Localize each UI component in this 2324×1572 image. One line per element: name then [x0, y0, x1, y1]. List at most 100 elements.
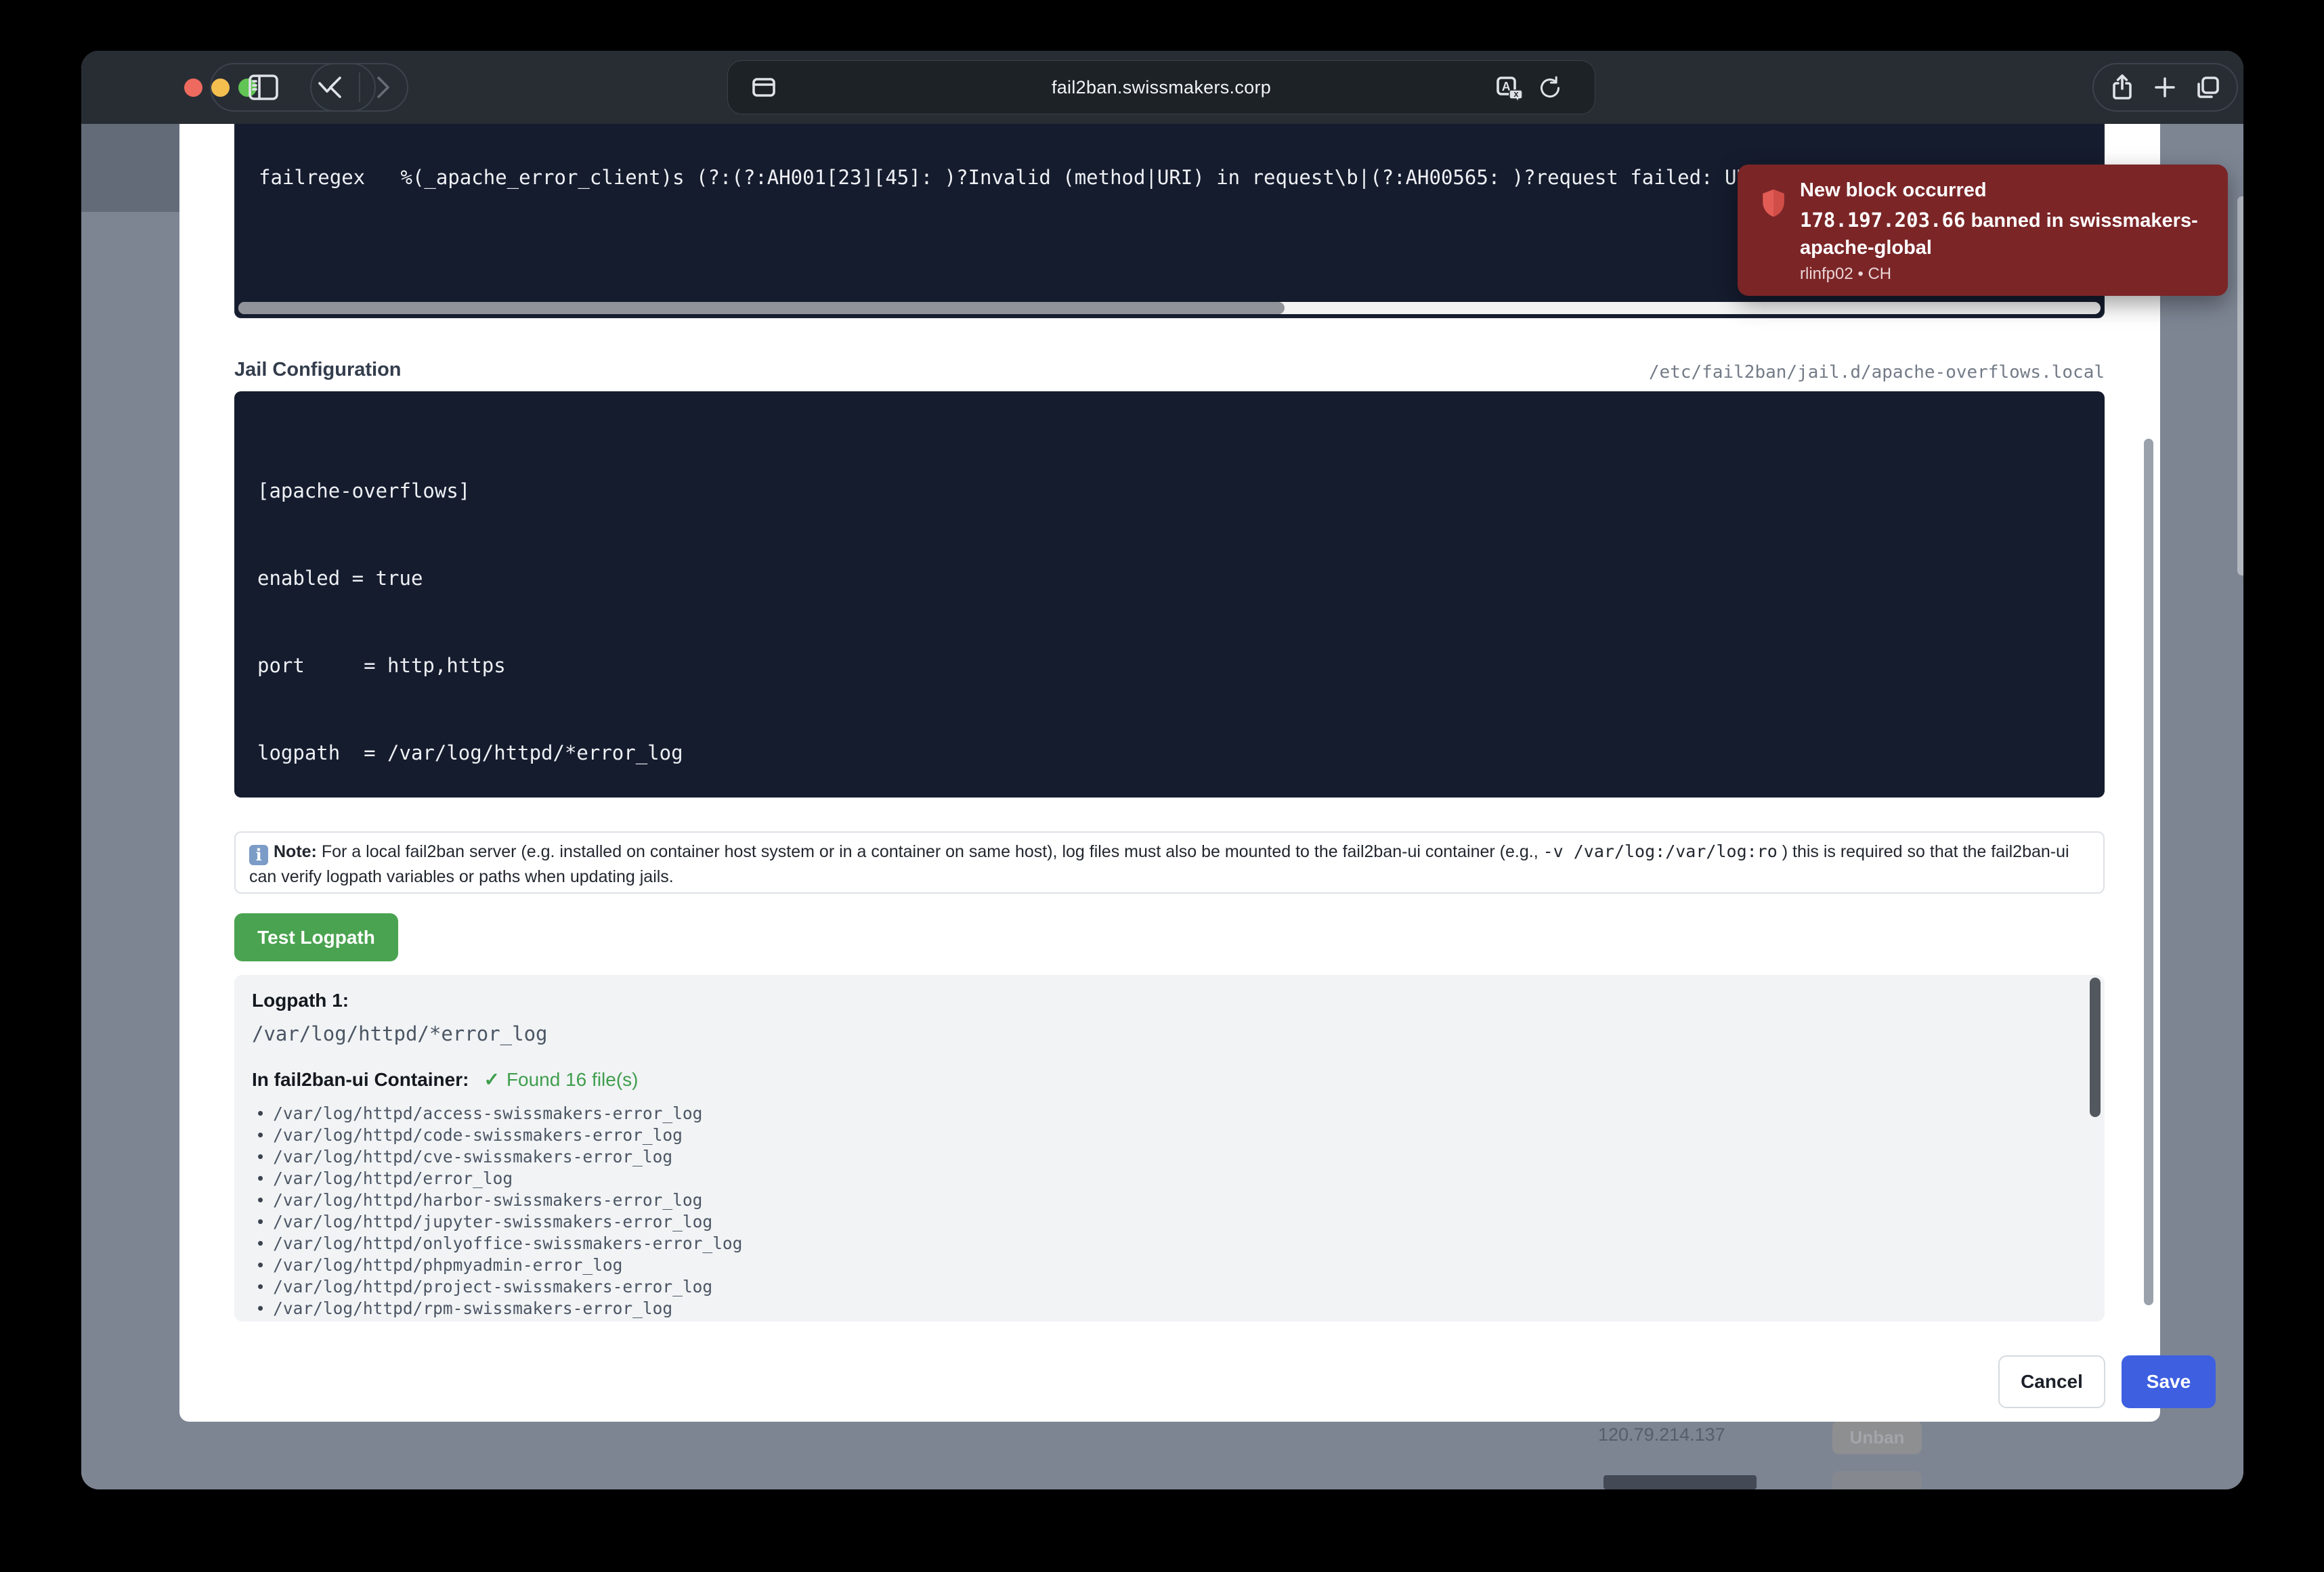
list-item: • /var/log/httpd/phpmyadmin-error_log [257, 1254, 2057, 1275]
note-inline-code: -v /var/log:/var/log:ro [1543, 842, 1778, 861]
list-item: • /var/log/httpd/onlyoffice-swissmakers-e… [257, 1232, 2057, 1254]
jail-configuration-heading: Jail Configuration [234, 359, 402, 381]
list-item: • /var/log/httpd/cve-swissmakers-error_lo… [257, 1145, 2057, 1167]
logpath-value: /var/log/httpd/*error_log [252, 1022, 548, 1045]
toast-title: New block occurred [1800, 179, 1987, 202]
background-header-block [81, 124, 179, 212]
tabs-icon [2193, 74, 2222, 101]
container-check-row: In fail2ban-ui Container: ✓ Found 16 file(… [252, 1068, 638, 1091]
toast-middle-text: banned in [1965, 210, 2069, 232]
code-line: [apache-overflows] [257, 477, 2105, 506]
new-tab-button[interactable] [2151, 74, 2178, 101]
share-button[interactable] [2109, 72, 2136, 102]
info-icon: i [249, 845, 268, 865]
toast-meta: rlinfp02 • CH [1800, 265, 1891, 284]
address-bar[interactable]: fail2ban.swissmakers.corp A x [727, 60, 1595, 114]
history-nav-group [310, 63, 408, 112]
bullet-icon: • [257, 1298, 263, 1319]
bullet-icon: • [257, 1233, 263, 1254]
file-path: /var/log/httpd/access-swissmakers-error_… [273, 1104, 702, 1123]
file-path: /var/log/httpd/jupyter-swissmakers-error… [273, 1212, 712, 1231]
list-item: • /var/log/httpd/access-swissmakers-error… [257, 1102, 2057, 1124]
file-path: /var/log/httpd/harbor-swissmakers-error_… [273, 1190, 702, 1210]
logpath-label: Logpath 1: [252, 990, 349, 1011]
page-viewport: 120.79.214.137 Unban failregex %(_apache… [81, 124, 2243, 1489]
chevron-left-icon [325, 74, 345, 101]
code-line: enabled = true [257, 564, 2105, 593]
plus-icon [2151, 74, 2178, 101]
jail-config-file-path: /etc/fail2ban/jail.d/apache-overflows.lo… [1649, 362, 2105, 383]
cancel-button[interactable]: Cancel [1998, 1355, 2105, 1408]
chevron-right-icon [373, 74, 393, 101]
reload-icon [1536, 74, 1564, 102]
translate-icon: A x [1496, 76, 1523, 102]
save-button[interactable]: Save [2122, 1355, 2216, 1408]
shield-icon [1759, 188, 1788, 219]
file-path: /var/log/httpd/cve-swissmakers-error_log [273, 1147, 672, 1166]
background-ip-address: 120.79.214.137 [1598, 1424, 1725, 1445]
list-item: •/var/log/httpd/jupyter-swissmakers-erro… [257, 1210, 2057, 1232]
tabs-overview-button[interactable] [2193, 74, 2222, 101]
mount-note: i Note: For a local fail2ban server (e.g.… [234, 831, 2105, 894]
traffic-close-button[interactable] [184, 79, 202, 97]
list-item: • /var/log/httpd/ticket-swissmakers-error… [257, 1319, 2057, 1322]
sidebar-icon [247, 73, 280, 102]
found-count: Found 16 file(s) [507, 1069, 639, 1090]
sidebar-toggle-button[interactable] [247, 73, 280, 102]
found-files-list: • /var/log/httpd/access-swissmakers-error… [257, 1102, 2057, 1322]
note-text-before: For a local fail2ban server (e.g. instal… [322, 842, 1543, 861]
modal-scrollbar-thumb[interactable] [2144, 439, 2153, 1305]
background-ip-row-clipped [1604, 1475, 1757, 1489]
results-scrollbar-thumb[interactable] [2090, 978, 2101, 1117]
check-icon: ✓ [483, 1069, 499, 1090]
file-path: /var/log/httpd/project-swissmakers-error… [273, 1277, 712, 1296]
toast-message: 178.197.203.66 banned in swissmakers-apa… [1800, 206, 2218, 261]
test-logpath-button[interactable]: Test Logpath [234, 913, 398, 961]
logpath-test-results: Logpath 1: /var/log/httpd/*error_log In … [234, 975, 2105, 1322]
bullet-icon: • [257, 1125, 263, 1145]
banned-ip: 178.197.203.66 [1800, 209, 1965, 232]
translate-button[interactable]: A x [1496, 76, 1523, 102]
bullet-icon: • [257, 1189, 263, 1210]
list-item: • /var/log/httpd/harbor-swissmakers-error… [257, 1189, 2057, 1210]
back-button[interactable] [325, 74, 345, 101]
forward-button[interactable] [373, 74, 393, 101]
bullet-icon: • [257, 1319, 263, 1322]
nav-divider [359, 72, 360, 102]
bullet-icon: • [257, 1276, 263, 1297]
unban-button-clipped[interactable] [1832, 1471, 1922, 1489]
website-icon [751, 76, 777, 99]
horizontal-scrollbar[interactable] [238, 302, 2101, 314]
file-path: /var/log/httpd/code-swissmakers-error_lo… [273, 1125, 683, 1145]
jail-config-editor[interactable]: [apache-overflows] enabled = true port =… [234, 391, 2105, 798]
file-path: /var/log/httpd/ticket-swissmakers-error_… [273, 1320, 702, 1322]
file-path: /var/log/httpd/onlyoffice-swissmakers-er… [273, 1233, 742, 1253]
list-item: • /var/log/httpd/error_log [257, 1167, 2057, 1189]
code-line: logpath = /var/log/httpd/*error_log [257, 739, 2105, 768]
window-actions-group [2092, 63, 2238, 112]
browser-window: fail2ban.swissmakers.corp A x [81, 51, 2243, 1489]
note-label: Note: [274, 842, 317, 861]
bullet-icon: • [257, 1103, 263, 1124]
unban-button[interactable]: Unban [1832, 1420, 1922, 1454]
svg-text:x: x [1513, 89, 1519, 99]
url-text: fail2ban.swissmakers.corp [728, 77, 1595, 98]
new-block-toast[interactable]: New block occurred 178.197.203.66 banned… [1738, 165, 2228, 296]
reload-button[interactable] [1536, 74, 1564, 102]
bullet-icon: • [257, 1146, 263, 1167]
list-item: • /var/log/httpd/code-swissmakers-error_l… [257, 1124, 2057, 1145]
bullet-icon: • [257, 1168, 263, 1189]
edit-jail-modal: failregex %(_apache_error_client)s (?:(?… [179, 124, 2160, 1422]
file-path: /var/log/httpd/rpm-swissmakers-error_log [273, 1298, 672, 1318]
list-item: • /var/log/httpd/rpm-swissmakers-error_lo… [257, 1297, 2057, 1319]
horizontal-scrollbar-thumb[interactable] [238, 302, 1285, 314]
code-line: port = http,https [257, 651, 2105, 680]
bullet-icon: • [257, 1254, 263, 1275]
file-path: /var/log/httpd/phpmyadmin-error_log [273, 1255, 622, 1275]
page-scrollbar-thumb[interactable] [2237, 196, 2243, 575]
browser-toolbar: fail2ban.swissmakers.corp A x [81, 51, 2243, 124]
container-label: In fail2ban-ui Container: [252, 1069, 469, 1090]
list-item: • /var/log/httpd/project-swissmakers-erro… [257, 1275, 2057, 1297]
file-path: /var/log/httpd/error_log [273, 1169, 513, 1188]
share-icon [2109, 72, 2136, 102]
